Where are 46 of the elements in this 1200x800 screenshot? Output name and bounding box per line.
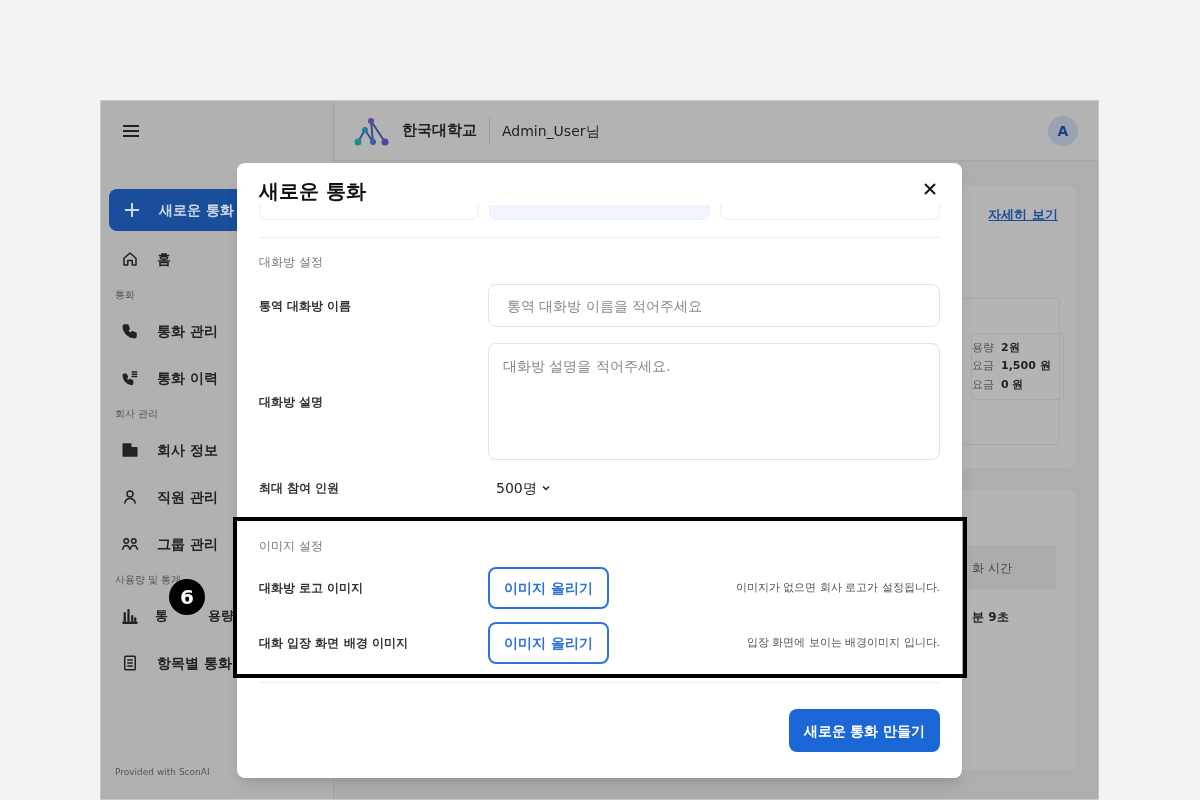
upload-button[interactable]: 이미지 올리기 xyxy=(488,622,609,664)
user-avatar[interactable]: A xyxy=(1048,115,1078,146)
organization-name: 한국대학교 xyxy=(402,120,477,142)
fee-value: 2원 xyxy=(1001,339,1020,356)
fee-label: 용량 xyxy=(972,339,994,356)
sidebar-section-label: 회사 관리 xyxy=(115,407,159,421)
sidebar-item-text: 용량 xyxy=(208,609,234,622)
field-label: 최대 참여 인원 xyxy=(259,480,341,496)
building-icon xyxy=(121,440,139,459)
hint-text: 이미지가 없으면 회사 로고가 설정됩니다. xyxy=(734,579,940,596)
fee-label: 요금 xyxy=(972,358,994,374)
plus-icon xyxy=(125,203,139,217)
description-field[interactable]: 대화방 설명을 적어주세요. xyxy=(488,343,940,460)
details-link[interactable]: 자세히 보기 xyxy=(988,205,1058,225)
hint-text: 입장 화면에 보이는 배경이미지 입니다. xyxy=(745,634,940,651)
menu-icon[interactable] xyxy=(123,125,139,137)
home-icon xyxy=(121,249,139,268)
close-icon[interactable] xyxy=(924,183,936,195)
field-label: 대화방 로고 이미지 xyxy=(259,580,365,596)
sidebar-item-text: 통 xyxy=(155,609,168,622)
fee-value: 0 원 xyxy=(1001,376,1024,393)
field-label: 통역 대화방 이름 xyxy=(259,297,353,314)
user-name: Admin_User님 xyxy=(502,121,600,141)
chevron-down-icon xyxy=(540,483,551,493)
create-call-button[interactable]: 새로운 통화 만들기 xyxy=(789,709,940,752)
person-icon xyxy=(121,487,139,506)
fee-value: 1,500 원 xyxy=(1001,358,1051,374)
logo-icon xyxy=(354,115,390,146)
footer-text: Provided with SconAI xyxy=(115,765,211,779)
sidebar-section-label: 사용량 및 통계 xyxy=(115,573,182,587)
section-title: 대화방 설정 xyxy=(259,254,324,270)
field-label: 대화방 설명 xyxy=(259,393,325,410)
duration-value: 분 9초 xyxy=(972,610,1009,624)
upload-button[interactable]: 이미지 올리기 xyxy=(488,567,609,609)
sidebar-section-label: 통화 xyxy=(115,288,135,302)
bar-chart-icon xyxy=(121,606,139,625)
phone-list-icon xyxy=(121,368,139,387)
field-label: 대화 입장 화면 배경 이미지 xyxy=(259,635,409,651)
phone-icon xyxy=(121,321,139,340)
document-icon xyxy=(121,653,139,672)
section-title: 이미지 설정 xyxy=(259,538,324,554)
sidebar-item[interactable]: 회사 정보 xyxy=(101,426,333,473)
participant-dropdown[interactable]: 500명 xyxy=(488,478,559,498)
fee-label: 요금 xyxy=(972,376,994,393)
input-field[interactable]: 통역 대화방 이름을 적어주세요 xyxy=(488,284,940,327)
column-header: 화 시간 xyxy=(972,559,1012,576)
